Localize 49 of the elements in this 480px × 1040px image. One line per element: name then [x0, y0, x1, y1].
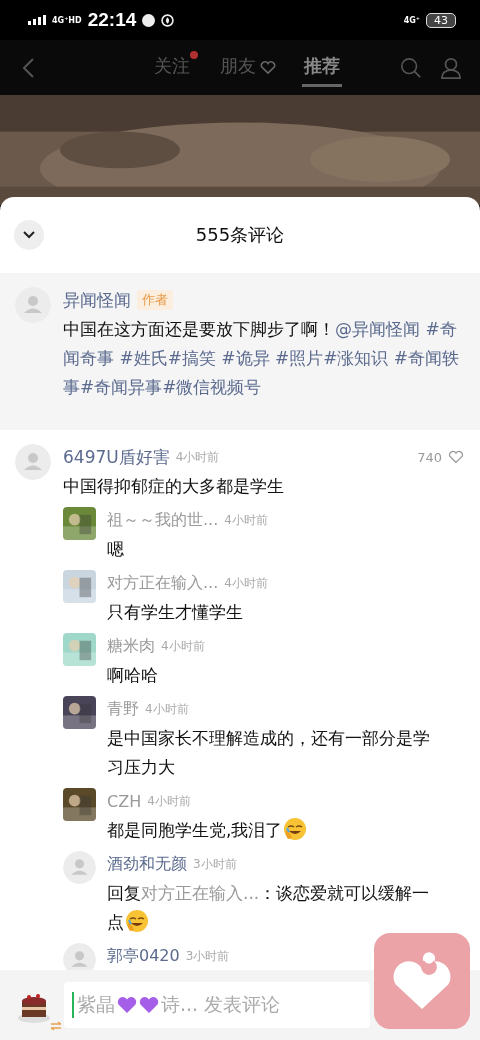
user-name[interactable]: 郭亭0420	[107, 945, 180, 967]
flame-icon	[161, 13, 175, 27]
comment-text: 只有学生才懂学生	[107, 601, 244, 624]
comment-time: 4小时前	[145, 700, 189, 718]
comment-time: 4小时前	[161, 637, 205, 655]
comment-text: 嗯	[107, 538, 125, 561]
battery-indicator: 43	[426, 12, 456, 28]
comment-text: 中国得抑郁症的大多都是学生	[63, 475, 285, 498]
nav-tab[interactable]: 朋友	[218, 48, 258, 87]
comment-text: 是中国家长不理解造成的，还有一部分是学习压力大	[107, 727, 431, 779]
network-label: 4G⁺	[403, 15, 420, 25]
user-name[interactable]: 糖米肉	[107, 635, 155, 657]
search-icon[interactable]	[400, 55, 422, 80]
floating-heart-button[interactable]	[374, 933, 470, 1029]
comment-text: 都是同胞学生党,我泪了	[107, 816, 434, 845]
comment-text: 啊哈哈	[107, 664, 159, 687]
comment-time: 4小时前	[224, 511, 268, 529]
comments-title: 555条评论	[195, 223, 285, 247]
comment-time: 3小时前	[185, 947, 230, 965]
nav-tab[interactable]: 关注	[152, 48, 192, 87]
comment-time: 4小时前	[175, 448, 220, 466]
comment-text: 回复对方正在输入...：谈恋爱就可以缓解一点	[107, 882, 431, 935]
comment-time: 4小时前	[224, 574, 268, 592]
user-name[interactable]: 青野	[107, 698, 139, 720]
user-name[interactable]: 对方正在输入...	[107, 572, 219, 594]
user-name[interactable]: CZH	[107, 791, 142, 811]
author-badge: 作者	[137, 290, 173, 310]
app-icon	[142, 13, 156, 27]
user-name[interactable]: 祖～～我的世...	[107, 509, 219, 531]
chevron-down-icon	[23, 231, 35, 239]
signal-icon	[28, 15, 46, 25]
nav-tab[interactable]: 推荐	[302, 48, 342, 87]
comment-time: 3小时前	[193, 855, 237, 873]
heart-icon[interactable]	[448, 450, 464, 464]
user-name[interactable]: 异闻怪闻	[63, 288, 131, 312]
user-name[interactable]: 酒劲和无颜	[107, 853, 187, 875]
like-count: 740	[417, 449, 442, 465]
heart-icon	[139, 996, 159, 1014]
profile-icon[interactable]	[440, 55, 462, 80]
avatar-icon	[15, 287, 51, 323]
clock: 22:14	[87, 9, 137, 31]
heart-icon	[117, 996, 137, 1014]
collapse-button[interactable]	[14, 220, 44, 250]
user-name[interactable]: 6497U盾好害	[63, 445, 170, 469]
comment-text: 中国在这方面还是要放下脚步了啊！@异闻怪闻 #奇闻奇事 #姓氏#搞笑 #诡异 #照片#涨知识 #奇闻轶事#奇闻异事#微信视频号	[63, 318, 461, 399]
swap-icon[interactable]	[50, 1021, 62, 1031]
comment-input-field[interactable]: 紫晶 诗... 发表评论	[64, 982, 370, 1028]
network-label: 4G⁺HD	[52, 15, 82, 25]
comment-time: 4小时前	[147, 792, 191, 810]
